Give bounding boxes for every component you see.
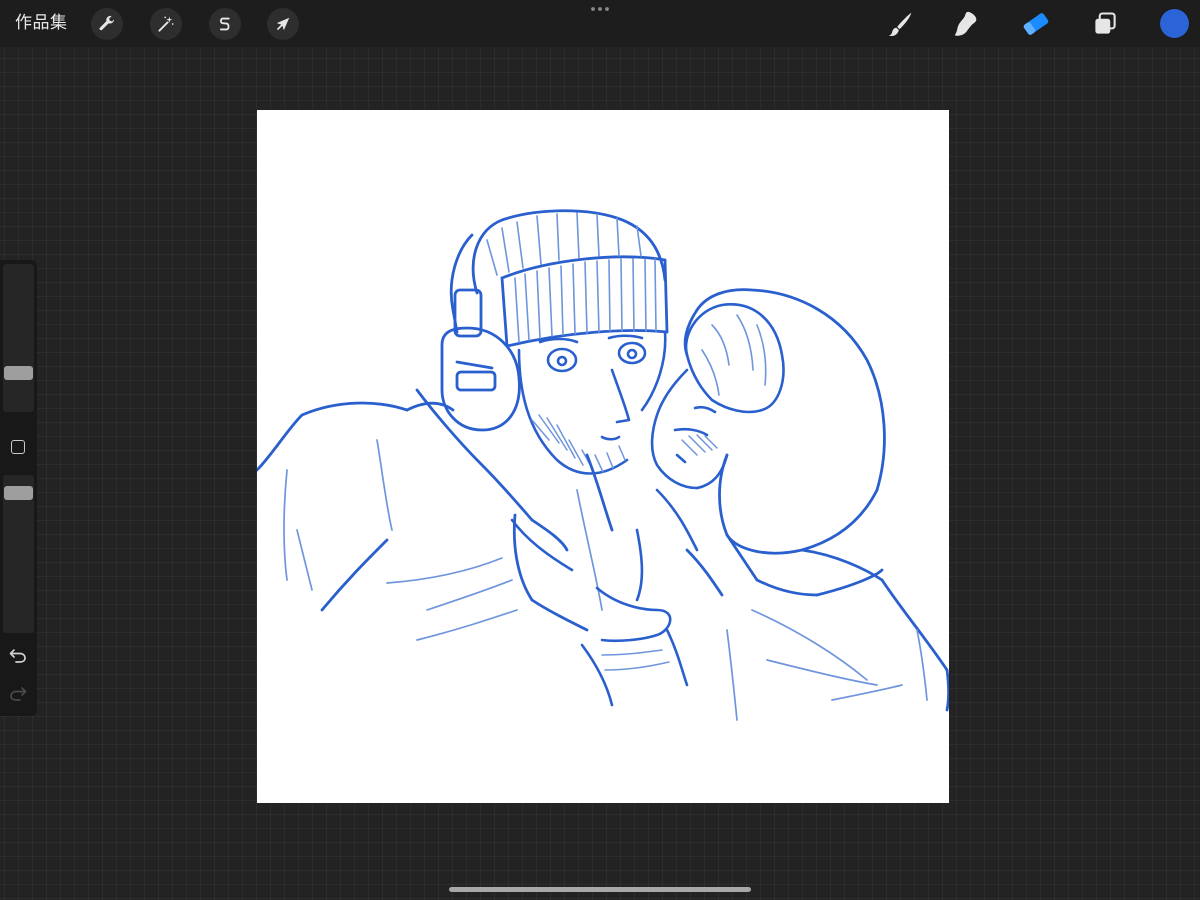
fur-trim xyxy=(684,303,785,414)
beanie-ribs xyxy=(486,212,657,343)
smudge-icon xyxy=(954,11,977,36)
eraser-icon xyxy=(1023,13,1049,35)
brush-size-thumb[interactable] xyxy=(4,366,33,380)
blush-lines xyxy=(681,434,718,456)
actions-button[interactable] xyxy=(91,8,123,40)
transform-button[interactable] xyxy=(267,8,299,40)
top-toolbar: 作品集 xyxy=(0,0,1200,47)
left-jacket xyxy=(257,388,614,632)
gallery-button[interactable]: 作品集 xyxy=(15,11,68,35)
selection-button[interactable] xyxy=(209,8,241,40)
redo-icon[interactable] xyxy=(8,684,28,702)
right-face xyxy=(650,368,729,490)
more-dots-icon[interactable] xyxy=(589,4,611,14)
selection-s-icon xyxy=(219,17,230,31)
adjustments-button[interactable] xyxy=(150,8,182,40)
color-picker-button[interactable] xyxy=(1160,9,1189,38)
magic-wand-icon xyxy=(158,16,174,32)
brush-opacity-slider[interactable] xyxy=(3,475,34,633)
eraser-tool-button[interactable] xyxy=(1020,8,1052,40)
layers-icon xyxy=(1095,12,1116,34)
brush-size-slider[interactable] xyxy=(3,264,34,412)
layers-button[interactable] xyxy=(1089,8,1121,40)
hand xyxy=(510,488,699,707)
sketch-artwork xyxy=(257,209,949,721)
arrow-cursor-icon xyxy=(276,17,290,31)
beard-hatching xyxy=(531,414,626,473)
left-face xyxy=(517,330,667,475)
drawing-canvas[interactable] xyxy=(257,110,949,803)
wrench-icon xyxy=(99,15,115,31)
fur-strokes xyxy=(701,314,767,396)
brush-icon xyxy=(888,12,912,37)
hand-detail xyxy=(601,649,670,671)
modify-button[interactable] xyxy=(11,440,25,454)
smudge-tool-button[interactable] xyxy=(950,8,982,40)
right-jacket xyxy=(685,533,949,712)
undo-icon[interactable] xyxy=(8,646,28,664)
left-jacket-folds xyxy=(283,439,603,641)
home-indicator[interactable] xyxy=(449,887,751,892)
brush-tool-button[interactable] xyxy=(884,8,916,40)
right-jacket-folds xyxy=(726,609,928,721)
procreate-app: 作品集 xyxy=(0,0,1200,900)
left-sidebar xyxy=(0,260,37,716)
brush-opacity-thumb[interactable] xyxy=(4,486,33,500)
